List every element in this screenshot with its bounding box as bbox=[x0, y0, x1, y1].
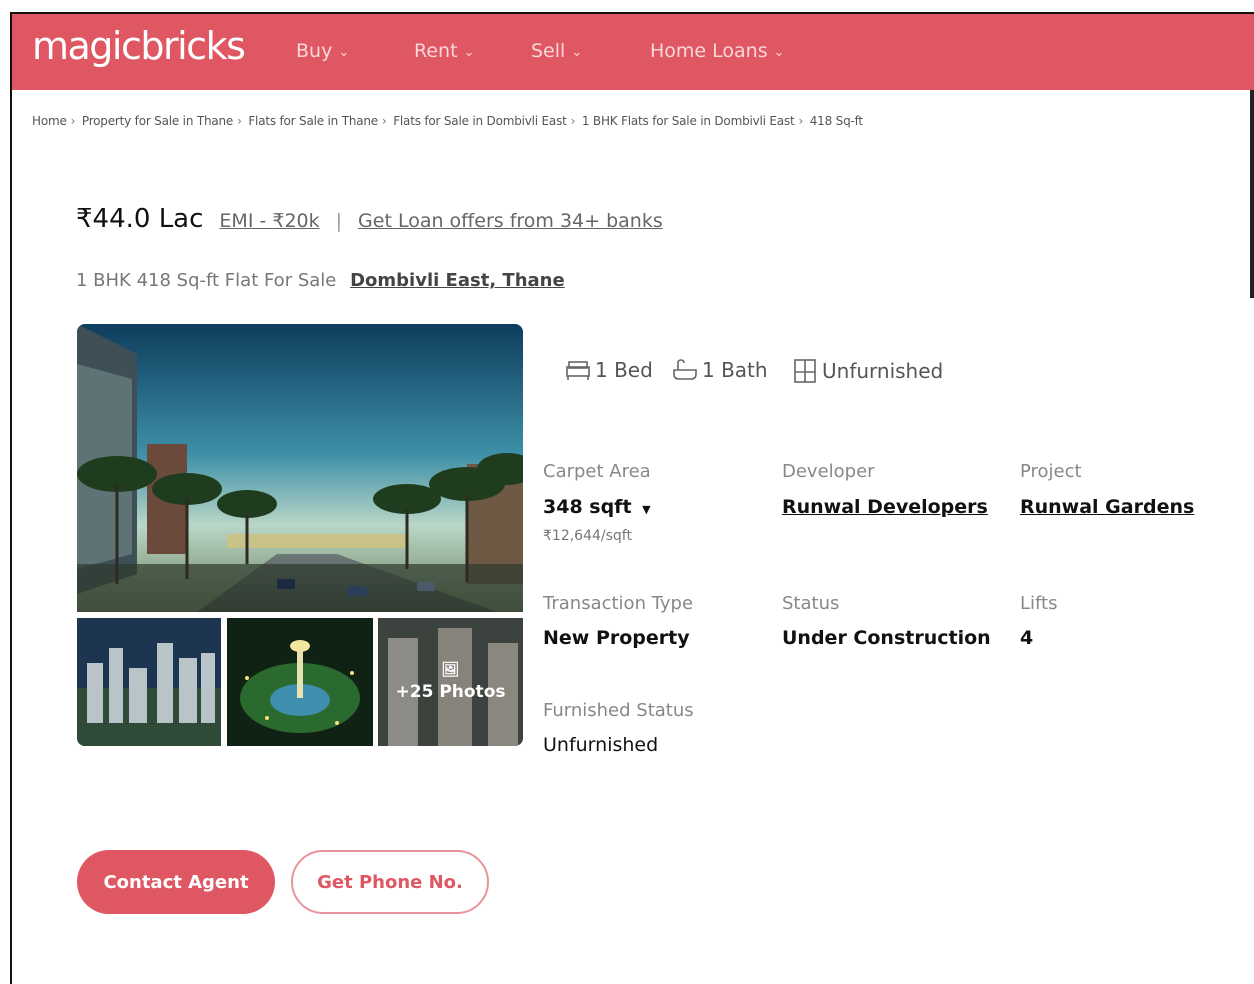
bath-label: 1 Bath bbox=[702, 358, 768, 382]
bed-icon bbox=[566, 361, 590, 380]
chevron-down-icon: ⌄ bbox=[463, 44, 475, 60]
loan-offers-link[interactable]: Get Loan offers from 34+ banks bbox=[358, 210, 663, 232]
nav-sell-label: Sell bbox=[531, 40, 566, 62]
thumbnail-photo[interactable] bbox=[227, 618, 373, 746]
developer-label: Developer bbox=[782, 461, 875, 482]
breadcrumb-flats-thane[interactable]: Flats for Sale in Thane bbox=[248, 114, 378, 128]
lifts-label: Lifts bbox=[1020, 593, 1058, 614]
bathtub-icon bbox=[673, 359, 697, 380]
chevron-down-icon: ⌄ bbox=[773, 44, 785, 60]
more-photos-label: +25 Photos bbox=[395, 682, 506, 702]
lifts-value: 4 bbox=[1020, 627, 1034, 649]
nav-rent[interactable]: Rent ⌄ bbox=[414, 40, 474, 62]
price-per-sqft: ₹12,644/sqft bbox=[543, 528, 632, 544]
listing-title: 1 BHK 418 Sq-ft Flat For Sale bbox=[76, 270, 337, 291]
contact-agent-button[interactable]: Contact Agent bbox=[77, 850, 275, 914]
developer-link[interactable]: Runwal Developers bbox=[782, 496, 988, 518]
bed-label: 1 Bed bbox=[595, 358, 653, 382]
carpet-area-value[interactable]: 348 sqft ▼ bbox=[543, 496, 651, 518]
thumbnail-towers-image bbox=[77, 618, 221, 746]
transaction-type-value: New Property bbox=[543, 627, 690, 649]
carpet-area-text: 348 sqft bbox=[543, 496, 632, 518]
main-property-photo[interactable] bbox=[77, 324, 523, 612]
price-row: ₹44.0 Lac EMI - ₹20k | Get Loan offers f… bbox=[76, 204, 663, 234]
breadcrumb-thane-sale[interactable]: Property for Sale in Thane bbox=[82, 114, 233, 128]
status-label: Status bbox=[782, 593, 840, 614]
carpet-area-label: Carpet Area bbox=[543, 461, 651, 482]
more-photos-overlay: 🖼 +25 Photos bbox=[378, 618, 523, 746]
listing-subtitle: 1 BHK 418 Sq-ft Flat For Sale Dombivli E… bbox=[76, 270, 565, 291]
project-label: Project bbox=[1020, 461, 1082, 482]
breadcrumb-home[interactable]: Home bbox=[32, 114, 67, 128]
property-render-image bbox=[77, 324, 523, 612]
breadcrumb-1bhk-dombivli[interactable]: 1 BHK Flats for Sale in Dombivli East bbox=[582, 114, 795, 128]
nav-buy[interactable]: Buy ⌄ bbox=[296, 40, 349, 62]
breadcrumb: Home › Property for Sale in Thane › Flats … bbox=[32, 114, 863, 128]
project-link[interactable]: Runwal Gardens bbox=[1020, 496, 1194, 518]
furnished-status-label: Furnished Status bbox=[543, 700, 694, 721]
gallery-icon: 🖼 bbox=[441, 662, 460, 678]
more-photos-tile[interactable]: 🖼 +25 Photos bbox=[378, 618, 523, 746]
nav-sell[interactable]: Sell ⌄ bbox=[531, 40, 582, 62]
nav-home-loans[interactable]: Home Loans ⌄ bbox=[650, 40, 785, 62]
get-phone-button[interactable]: Get Phone No. bbox=[291, 850, 489, 914]
top-navbar: magicbricks Buy ⌄ Rent ⌄ Sell ⌄ Home Loa… bbox=[12, 14, 1254, 90]
chevron-down-icon: ⌄ bbox=[338, 44, 350, 60]
feature-bed: 1 Bed bbox=[565, 358, 653, 382]
nav-rent-label: Rent bbox=[414, 40, 458, 62]
nav-home-loans-label: Home Loans bbox=[650, 40, 768, 62]
nav-buy-label: Buy bbox=[296, 40, 333, 62]
thumbnail-garden-image bbox=[227, 618, 373, 746]
breadcrumb-current: 418 Sq-ft bbox=[809, 114, 863, 128]
emi-link[interactable]: EMI - ₹20k bbox=[219, 210, 319, 232]
feature-bath: 1 Bath bbox=[672, 358, 768, 382]
divider: | bbox=[335, 210, 343, 232]
breadcrumb-flats-dombivli[interactable]: Flats for Sale in Dombivli East bbox=[393, 114, 567, 128]
chevron-down-icon: ⌄ bbox=[571, 44, 583, 60]
magicbricks-logo[interactable]: magicbricks bbox=[32, 24, 246, 68]
status-value: Under Construction bbox=[782, 627, 991, 649]
price: ₹44.0 Lac bbox=[76, 204, 204, 234]
feature-furnishing: Unfurnished bbox=[792, 358, 943, 384]
furnishing-label: Unfurnished bbox=[822, 359, 944, 383]
furnished-status-value: Unfurnished bbox=[543, 734, 659, 756]
location-link[interactable]: Dombivli East, Thane bbox=[350, 270, 565, 291]
caret-down-icon: ▼ bbox=[642, 503, 651, 516]
wardrobe-icon bbox=[794, 359, 816, 383]
transaction-type-label: Transaction Type bbox=[543, 593, 694, 614]
thumbnail-photo[interactable] bbox=[77, 618, 221, 746]
